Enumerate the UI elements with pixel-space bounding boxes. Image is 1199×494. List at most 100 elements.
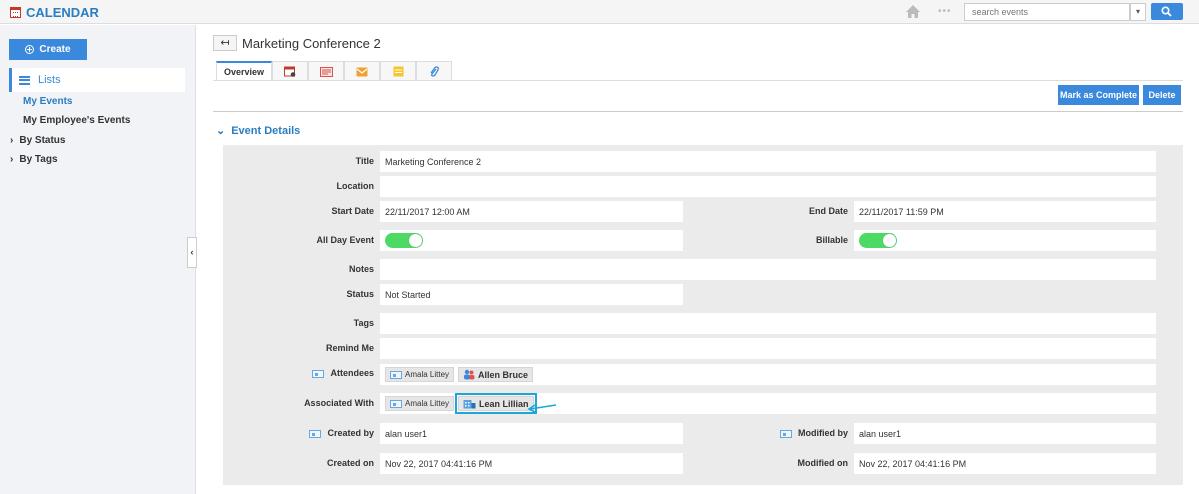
modified-by-label-text: Modified by — [798, 428, 848, 438]
end-date-field[interactable]: 22/11/2017 11:59 PM — [854, 201, 1156, 222]
search-button[interactable] — [1151, 3, 1183, 20]
back-arrow-icon: ↤ — [220, 37, 230, 49]
attachment-icon — [430, 65, 439, 77]
tab-attachment[interactable] — [416, 61, 452, 81]
tab-notes[interactable] — [308, 61, 344, 81]
create-button-label: Create — [39, 44, 71, 55]
associated-chip-highlighted[interactable]: Lean Lillian — [455, 393, 537, 414]
notes-label: Notes — [348, 264, 374, 274]
mark-as-complete-button[interactable]: Mark as Complete — [1058, 85, 1139, 105]
remind-me-label: Remind Me — [325, 343, 374, 353]
email-icon — [356, 67, 368, 76]
contact-card-icon — [390, 399, 402, 408]
tab-calendar[interactable] — [272, 61, 308, 81]
chevron-down-icon: ⌄ — [216, 125, 226, 137]
created-by-label: Created by — [224, 428, 374, 438]
chip-label: Amala Littey — [405, 399, 450, 408]
attendee-chip[interactable]: Amala Littey — [385, 367, 455, 382]
annotation-arrow-icon — [527, 404, 557, 412]
section-event-details[interactable]: ⌄ Event Details — [216, 124, 301, 138]
contact-card-icon — [780, 429, 792, 438]
location-field[interactable] — [380, 176, 1156, 197]
location-label: Location — [336, 181, 375, 191]
created-by-field[interactable]: alan user1 — [380, 423, 683, 444]
search-input[interactable] — [964, 3, 1130, 21]
back-button[interactable]: ↤ — [213, 35, 237, 51]
status-field[interactable]: Not Started — [380, 284, 683, 305]
created-by-label-text: Created by — [327, 428, 374, 438]
all-day-event-field — [380, 230, 683, 251]
divider — [213, 111, 1183, 112]
list-icon — [19, 75, 30, 85]
delete-button[interactable]: Delete — [1143, 85, 1181, 105]
page-title: Marketing Conference 2 — [242, 36, 381, 51]
building-icon — [463, 400, 476, 409]
start-date-field[interactable]: 22/11/2017 12:00 AM — [380, 201, 683, 222]
associated-with-label: Associated With — [304, 398, 374, 408]
sidebar-item-label: By Status — [19, 135, 66, 146]
start-date-label: Start Date — [331, 206, 374, 216]
billable-toggle[interactable] — [859, 233, 897, 248]
tab-sticky-note[interactable] — [380, 61, 416, 81]
billable-field — [854, 230, 1156, 251]
modified-by-field[interactable]: alan user1 — [854, 423, 1156, 444]
create-button[interactable]: Create — [9, 39, 87, 60]
search-icon — [1161, 6, 1172, 17]
notes-field[interactable] — [380, 259, 1156, 280]
all-day-event-toggle[interactable] — [385, 233, 423, 248]
notes-icon — [319, 66, 333, 77]
plus-circle-icon — [25, 45, 35, 54]
tags-field[interactable] — [380, 313, 1156, 334]
app-title[interactable]: CALENDAR — [10, 5, 99, 20]
tab-email[interactable] — [344, 61, 380, 81]
calendar-icon — [10, 7, 21, 18]
sidebar: Create Lists My Events My Employee's Eve… — [0, 25, 196, 494]
associated-chip[interactable]: Amala Littey — [385, 396, 455, 411]
title-label: Title — [355, 156, 374, 166]
contact-card-icon — [309, 429, 322, 438]
attendees-label: Attendees — [224, 368, 374, 378]
sticky-note-icon — [393, 66, 403, 77]
modified-on-label: Modified on — [797, 458, 849, 468]
sidebar-item-my-employees-events[interactable]: My Employee's Events — [23, 115, 130, 126]
chip-label: Amala Littey — [405, 370, 450, 379]
chevron-right-icon: › — [10, 135, 14, 146]
users-icon — [464, 369, 475, 380]
all-day-event-label: All Day Event — [316, 235, 374, 245]
contact-card-icon — [312, 369, 325, 378]
calendar-icon — [284, 66, 296, 77]
chip-label: Lean Lillian — [479, 398, 529, 409]
sidebar-lists[interactable]: Lists — [9, 68, 185, 92]
attendee-chip[interactable]: Allen Bruce — [458, 367, 534, 382]
collapse-sidebar-chevron-left-icon[interactable]: ‹ — [187, 237, 197, 268]
tab-divider — [213, 80, 1183, 81]
tab-bar: Overview — [216, 61, 452, 81]
chip-label: Allen Bruce — [478, 369, 529, 380]
home-icon[interactable] — [905, 4, 921, 19]
billable-label: Billable — [815, 235, 848, 245]
created-on-field[interactable]: Nov 22, 2017 04:41:16 PM — [380, 453, 683, 474]
search-dropdown-chevron-icon[interactable]: ▾ — [1130, 3, 1146, 21]
top-bar: CALENDAR ••• ▾ — [0, 0, 1199, 24]
chevron-right-icon: › — [10, 154, 14, 165]
contact-card-icon — [390, 370, 402, 379]
modified-on-field[interactable]: Nov 22, 2017 04:41:16 PM — [854, 453, 1156, 474]
sidebar-lists-label: Lists — [38, 74, 61, 86]
tab-overview[interactable]: Overview — [216, 61, 272, 81]
sidebar-item-by-status[interactable]: › By Status — [10, 135, 65, 146]
section-title-label: Event Details — [231, 124, 301, 137]
end-date-label: End Date — [808, 206, 848, 216]
sidebar-item-my-events[interactable]: My Events — [23, 96, 72, 107]
sidebar-item-label: By Tags — [19, 154, 58, 165]
modified-by-label: Modified by — [698, 428, 848, 438]
associated-with-field: Amala Littey Lean Lillian — [380, 393, 1156, 414]
attendees-label-text: Attendees — [330, 368, 374, 378]
title-field[interactable]: Marketing Conference 2 — [380, 151, 1156, 172]
created-on-label: Created on — [326, 458, 374, 468]
attendees-field: Amala Littey Allen Bruce — [380, 364, 1156, 385]
tags-label: Tags — [353, 318, 374, 328]
status-label: Status — [346, 289, 374, 299]
more-dots-icon[interactable]: ••• — [938, 6, 952, 17]
sidebar-item-by-tags[interactable]: › By Tags — [10, 154, 58, 165]
remind-me-field[interactable] — [380, 338, 1156, 359]
